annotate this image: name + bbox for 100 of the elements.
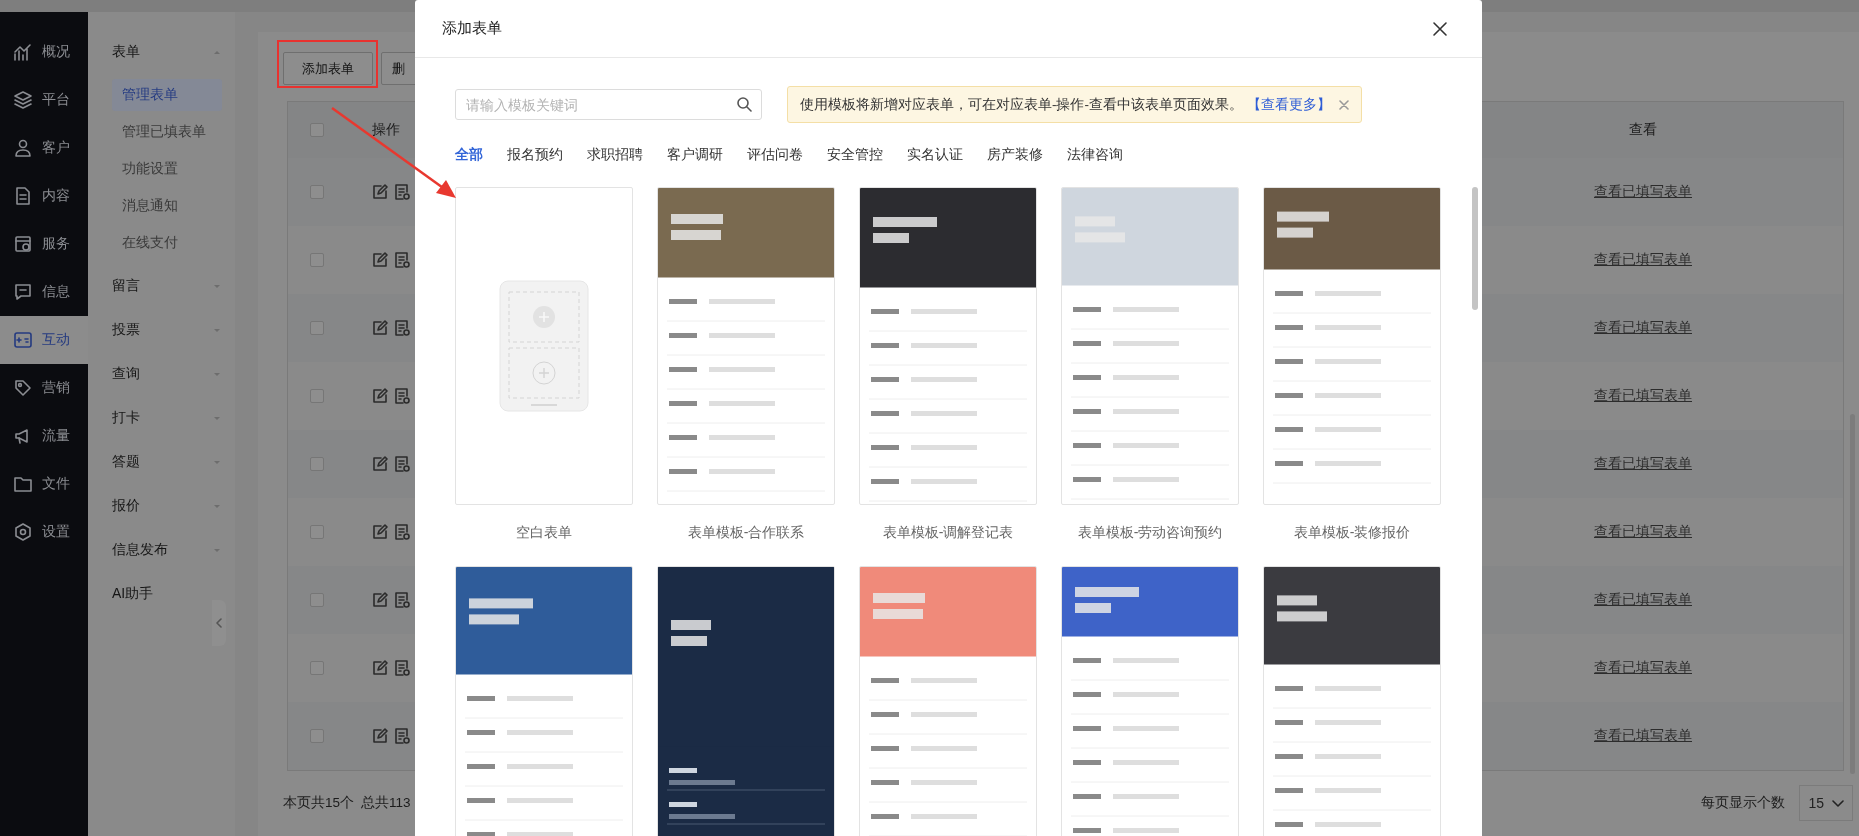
menu-group-label: 查询 <box>112 365 140 383</box>
template-card[interactable] <box>859 187 1037 505</box>
view-link[interactable]: 查看已填写表单 <box>1594 319 1692 337</box>
view-link[interactable]: 查看已填写表单 <box>1594 183 1692 201</box>
chat-icon <box>13 282 33 302</box>
form-settings-icon <box>394 388 410 404</box>
nav-item[interactable]: 平台 <box>0 76 88 124</box>
notice-text: 使用模板将新增对应表单，可在对应表单-操作-查看中该表单页面效果。 <box>800 95 1243 114</box>
category-tab[interactable]: 实名认证 <box>907 144 963 164</box>
submenu-item[interactable]: 功能设置 <box>112 153 222 185</box>
template-name: 表单模板-调解登记表 <box>882 523 1014 542</box>
nav-item[interactable]: 互动 <box>0 316 88 364</box>
checkbox[interactable] <box>310 525 324 539</box>
folder-icon <box>13 474 33 494</box>
checkbox[interactable] <box>310 123 324 137</box>
edit-icon <box>372 388 388 404</box>
menu-group-label: 表单 <box>112 43 140 61</box>
category-tab[interactable]: 安全管控 <box>827 144 883 164</box>
template-card[interactable] <box>657 566 835 836</box>
menu-group-label: 答题 <box>112 453 140 471</box>
page-size-label: 每页显示个数 <box>1701 794 1786 812</box>
category-tab[interactable]: 全部 <box>455 144 483 164</box>
nav-item[interactable]: 客户 <box>0 124 88 172</box>
scrollbar[interactable] <box>1472 187 1478 310</box>
nav-item[interactable]: 信息 <box>0 268 88 316</box>
view-link[interactable]: 查看已填写表单 <box>1594 523 1692 541</box>
page-size-select[interactable]: 15 <box>1799 785 1853 821</box>
submenu-item[interactable]: 在线支付 <box>112 227 222 259</box>
nav-item[interactable]: 概况 <box>0 28 88 76</box>
submenu-item[interactable]: 消息通知 <box>112 190 222 222</box>
close-button[interactable] <box>1432 20 1448 37</box>
template-name: 表单模板-合作联系 <box>687 523 805 542</box>
category-tab[interactable]: 客户调研 <box>667 144 723 164</box>
total-count: 总共113 <box>361 794 411 812</box>
nav-item[interactable]: 营销 <box>0 364 88 412</box>
page-count: 本页共15个 <box>283 794 355 812</box>
category-tab[interactable]: 法律咨询 <box>1067 144 1123 164</box>
menu-group[interactable]: 报价 <box>88 484 235 528</box>
menu-group[interactable]: AI助手 <box>88 572 235 616</box>
view-link[interactable]: 查看已填写表单 <box>1594 591 1692 609</box>
category-tab[interactable]: 报名预约 <box>507 144 563 164</box>
edit-icon <box>372 252 388 268</box>
menu-group[interactable]: 表单 <box>88 30 235 74</box>
menu-group-label: 投票 <box>112 321 140 339</box>
menu-group[interactable]: 查询 <box>88 352 235 396</box>
category-tab[interactable]: 房产装修 <box>987 144 1043 164</box>
checkbox[interactable] <box>310 661 324 675</box>
dismiss-button[interactable] <box>1339 99 1349 110</box>
close-icon <box>1432 20 1448 37</box>
menu-group[interactable]: 留言 <box>88 264 235 308</box>
checkbox[interactable] <box>310 457 324 471</box>
view-link[interactable]: 查看已填写表单 <box>1594 251 1692 269</box>
form-settings-icon <box>394 252 410 268</box>
settings-icon <box>13 522 33 542</box>
menu-group[interactable]: 打卡 <box>88 396 235 440</box>
nav-item[interactable]: 服务 <box>0 220 88 268</box>
checkbox[interactable] <box>310 185 324 199</box>
menu-group-label: 打卡 <box>112 409 140 427</box>
edit-icon <box>372 660 388 676</box>
category-tab[interactable]: 评估问卷 <box>747 144 803 164</box>
template-card[interactable] <box>1263 566 1441 836</box>
checkbox[interactable] <box>310 253 324 267</box>
template-name: 表单模板-劳动咨询预约 <box>1077 523 1223 542</box>
column-header: 操作 <box>371 121 401 139</box>
more-link[interactable]: 【查看更多】 <box>1247 95 1331 114</box>
menu-group[interactable]: 答题 <box>88 440 235 484</box>
menu-group-label: AI助手 <box>112 585 154 603</box>
menu-group[interactable]: 信息发布 <box>88 528 235 572</box>
form-settings-icon <box>394 660 410 676</box>
checkbox[interactable] <box>310 729 324 743</box>
checkbox[interactable] <box>310 593 324 607</box>
chart-icon <box>13 42 33 62</box>
nav-item[interactable]: 流量 <box>0 412 88 460</box>
calendar-clock-icon <box>13 234 33 254</box>
tag-icon <box>13 378 33 398</box>
view-link[interactable]: 查看已填写表单 <box>1594 659 1692 677</box>
nav-item[interactable]: 文件 <box>0 460 88 508</box>
toolbar-button[interactable]: 添加表单 <box>283 52 373 85</box>
edit-icon <box>372 728 388 744</box>
document-icon <box>13 186 33 206</box>
template-card[interactable] <box>1263 187 1441 505</box>
menu-group[interactable]: 投票 <box>88 308 235 352</box>
chevron-down-icon <box>1832 798 1844 808</box>
nav-item[interactable]: 设置 <box>0 508 88 556</box>
submenu-item[interactable]: 管理已填表单 <box>112 116 222 148</box>
nav-item[interactable]: 内容 <box>0 172 88 220</box>
edit-icon <box>372 456 388 472</box>
edit-icon <box>372 592 388 608</box>
checkbox[interactable] <box>310 389 324 403</box>
view-link[interactable]: 查看已填写表单 <box>1594 727 1692 745</box>
checkbox[interactable] <box>310 321 324 335</box>
search-field[interactable]: 请输入模板关键词 <box>455 89 762 120</box>
collapse-handle[interactable] <box>212 600 226 646</box>
template-name: 表单模板-装修报价 <box>1293 523 1411 542</box>
view-link[interactable]: 查看已填写表单 <box>1594 455 1692 473</box>
view-link[interactable]: 查看已填写表单 <box>1594 387 1692 405</box>
template-card[interactable] <box>455 566 633 836</box>
submenu-item[interactable]: 管理表单 <box>112 79 222 111</box>
category-tab[interactable]: 求职招聘 <box>587 144 643 164</box>
menu-group-label: 留言 <box>112 277 140 295</box>
